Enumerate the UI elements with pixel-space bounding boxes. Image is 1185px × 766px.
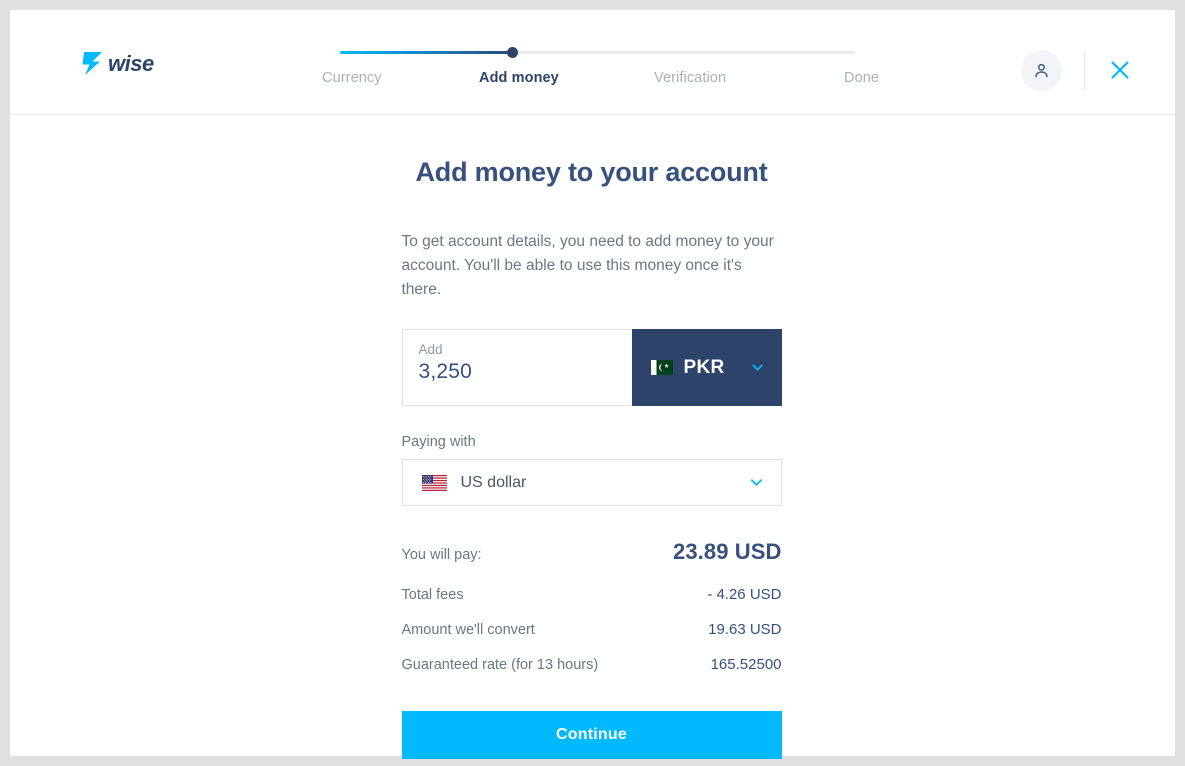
header-divider [1084, 50, 1085, 90]
pakistan-flag-icon [650, 360, 673, 375]
summary-value: 165.52500 [710, 656, 782, 673]
summary-key: Amount we'll convert [401, 622, 535, 638]
summary-key: Guaranteed rate (for 13 hours) [401, 657, 599, 673]
usa-flag-icon [421, 474, 447, 491]
chevron-down-icon [751, 364, 763, 371]
chevron-down-icon [750, 479, 762, 486]
progress-track [340, 47, 855, 58]
summary-row-total-fees: Total fees - 4.26 USD [402, 586, 782, 603]
step-label-row: Currency Add money Verification Done [322, 70, 879, 90]
close-button[interactable] [1107, 57, 1133, 83]
step-label-currency[interactable]: Currency [322, 70, 382, 86]
close-icon [1111, 61, 1129, 79]
amount-input-value: 3,250 [418, 360, 473, 383]
progress-steps: Currency Add money Verification Done [322, 40, 879, 90]
currency-select-pkr[interactable]: PKR [631, 329, 782, 406]
progress-fill [340, 51, 512, 54]
summary-row-guaranteed-rate: Guaranteed rate (for 13 hours) 165.52500 [402, 656, 782, 673]
summary-value: 23.89 USD [672, 539, 782, 564]
main-content: Add money to your account To get account… [10, 115, 1175, 759]
amount-row: Add 3,250 PKR [401, 329, 782, 406]
app-header: wise Currency Add money Verification Don… [10, 10, 1175, 115]
step-label-verification[interactable]: Verification [654, 70, 726, 86]
page-title: Add money to your account [415, 157, 768, 187]
svg-text:wise: wise [108, 51, 154, 76]
avatar[interactable] [1021, 49, 1062, 91]
summary-row-you-will-pay: You will pay: 23.89 USD [402, 539, 782, 565]
step-label-done[interactable]: Done [844, 70, 879, 86]
paying-with-value: US dollar [460, 473, 527, 491]
progress-dot [507, 47, 518, 58]
person-icon [1035, 63, 1048, 77]
summary-row-amount-converted: Amount we'll convert 19.63 USD [402, 621, 782, 638]
header-actions [1021, 46, 1133, 94]
summary-key: Total fees [401, 587, 464, 603]
summary-value: 19.63 USD [708, 621, 782, 638]
summary-key: You will pay: [401, 547, 482, 563]
summary-value: - 4.26 USD [707, 586, 782, 603]
app-card: wise Currency Add money Verification Don… [10, 10, 1175, 759]
step-label-add-money[interactable]: Add money [479, 70, 559, 86]
paying-with-label: Paying with [401, 434, 476, 450]
continue-button[interactable]: Continue [401, 711, 782, 759]
currency-code: PKR [683, 356, 725, 378]
amount-input-label: Add [418, 342, 443, 357]
intro-text: To get account details, you need to add … [401, 233, 774, 298]
fee-summary: You will pay: 23.89 USD Total fees - 4.2… [402, 539, 782, 673]
wise-logo[interactable]: wise [80, 46, 180, 80]
paying-with-select[interactable]: US dollar [401, 459, 782, 506]
amount-input[interactable]: Add 3,250 [401, 329, 632, 406]
